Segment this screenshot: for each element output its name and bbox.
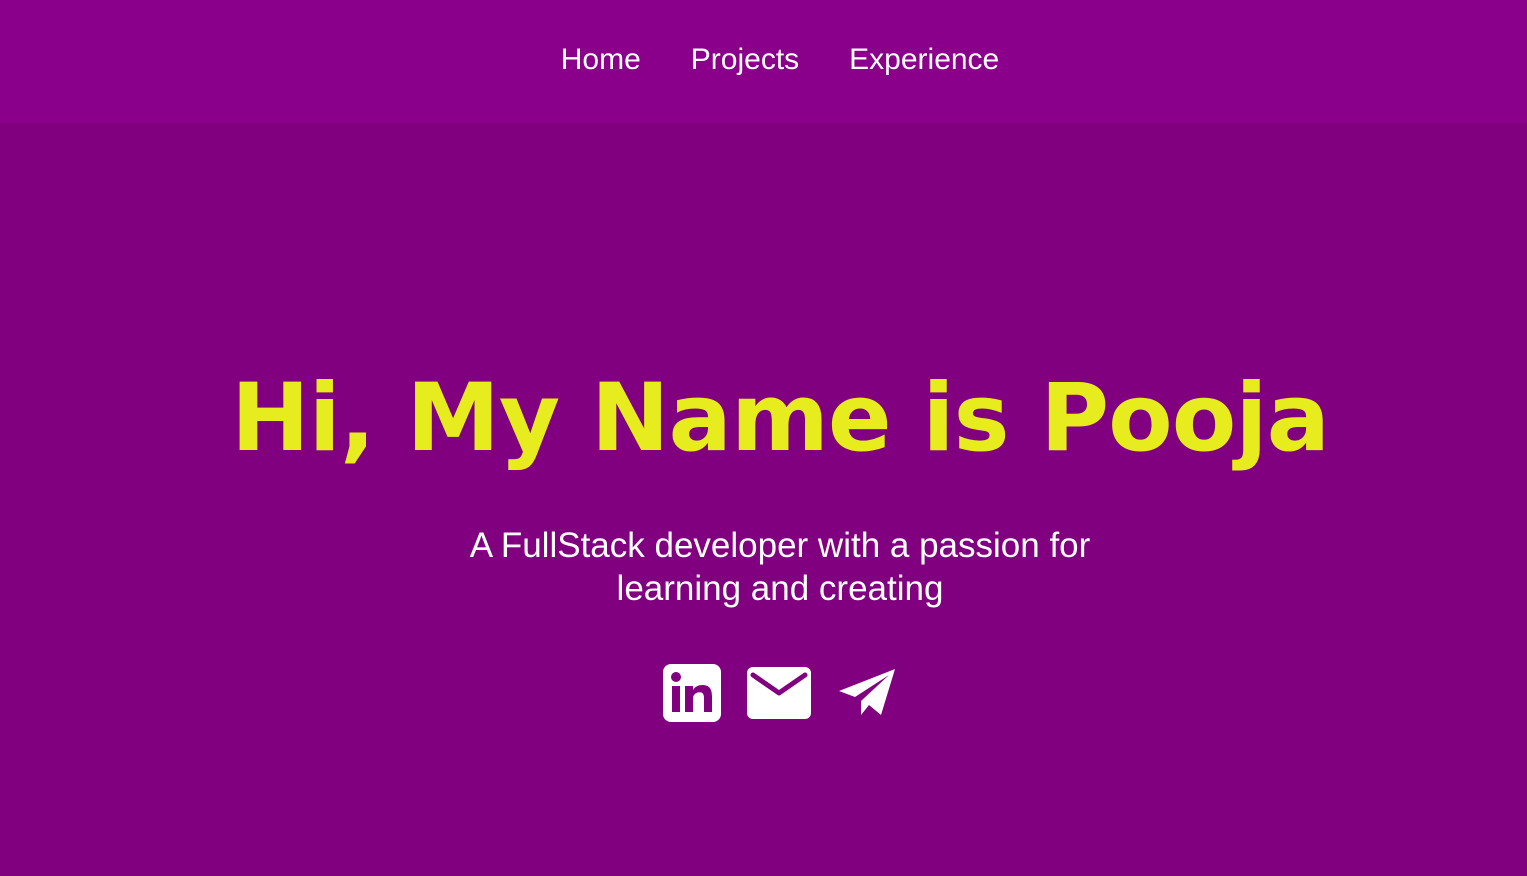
navbar: Home Projects Experience: [0, 0, 1527, 123]
hero-title: Hi, My Name is Pooja: [231, 364, 1330, 473]
telegram-icon[interactable]: [837, 667, 897, 719]
nav-menu: Home Projects Experience: [0, 40, 1527, 80]
hero-subtitle-line-2: learning and creating: [616, 569, 944, 608]
hero-subtitle: A FullStack developer with a passion for…: [0, 524, 1527, 610]
social-links: [0, 661, 1527, 725]
nav-link-experience[interactable]: Experience: [849, 40, 999, 80]
nav-link-home[interactable]: Home: [561, 40, 641, 80]
mail-icon[interactable]: [747, 667, 811, 719]
linkedin-icon[interactable]: [663, 664, 721, 722]
nav-link-projects[interactable]: Projects: [691, 40, 799, 80]
hero-section: Hi, My Name is Pooja A FullStack develop…: [0, 123, 1527, 876]
hero-subtitle-line-1: A FullStack developer with a passion for: [469, 526, 1091, 565]
